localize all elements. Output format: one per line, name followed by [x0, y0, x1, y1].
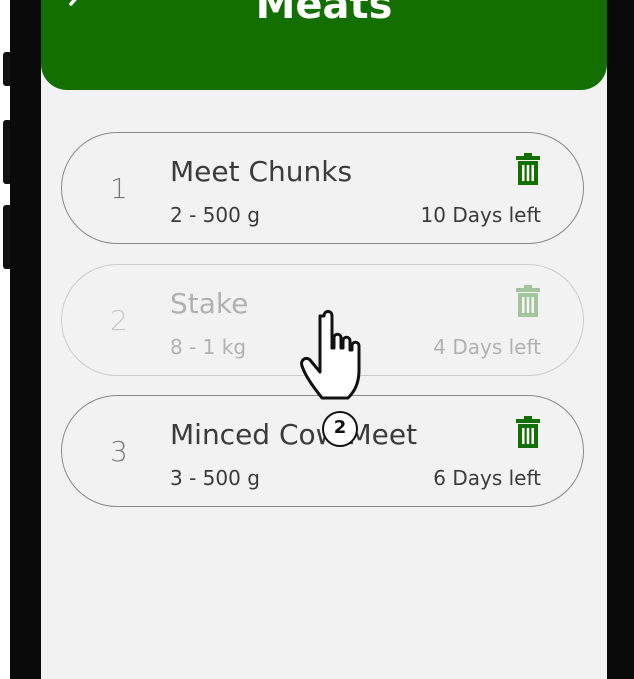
item-name: Meet Chunks	[170, 155, 353, 188]
item-days-left: 10 Days left	[420, 203, 541, 227]
item-quantity: 8 - 1 kg	[170, 335, 247, 359]
list-item[interactable]: 3 Minced Cow Meet 3 - 500 g 6 Days left	[61, 395, 584, 507]
item-index: 3	[110, 435, 128, 468]
item-quantity: 3 - 500 g	[170, 466, 260, 490]
item-index: 2	[110, 304, 128, 337]
item-days-left: 4 Days left	[433, 335, 541, 359]
item-name: Stake	[170, 287, 249, 320]
item-index: 1	[110, 172, 128, 205]
step-number-badge: 2	[322, 411, 358, 447]
page-title: Meats	[255, 0, 393, 28]
item-days-left: 6 Days left	[433, 466, 541, 490]
trash-icon[interactable]	[515, 416, 541, 448]
trash-icon[interactable]	[515, 285, 541, 317]
item-quantity: 2 - 500 g	[170, 203, 260, 227]
trash-icon[interactable]	[515, 153, 541, 185]
item-name: Minced Cow Meet	[170, 418, 418, 451]
list-item[interactable]: 1 Meet Chunks 2 - 500 g 10 Days left	[61, 132, 584, 244]
app-header: Meats	[41, 0, 607, 90]
hand-pointer-icon	[300, 310, 361, 400]
